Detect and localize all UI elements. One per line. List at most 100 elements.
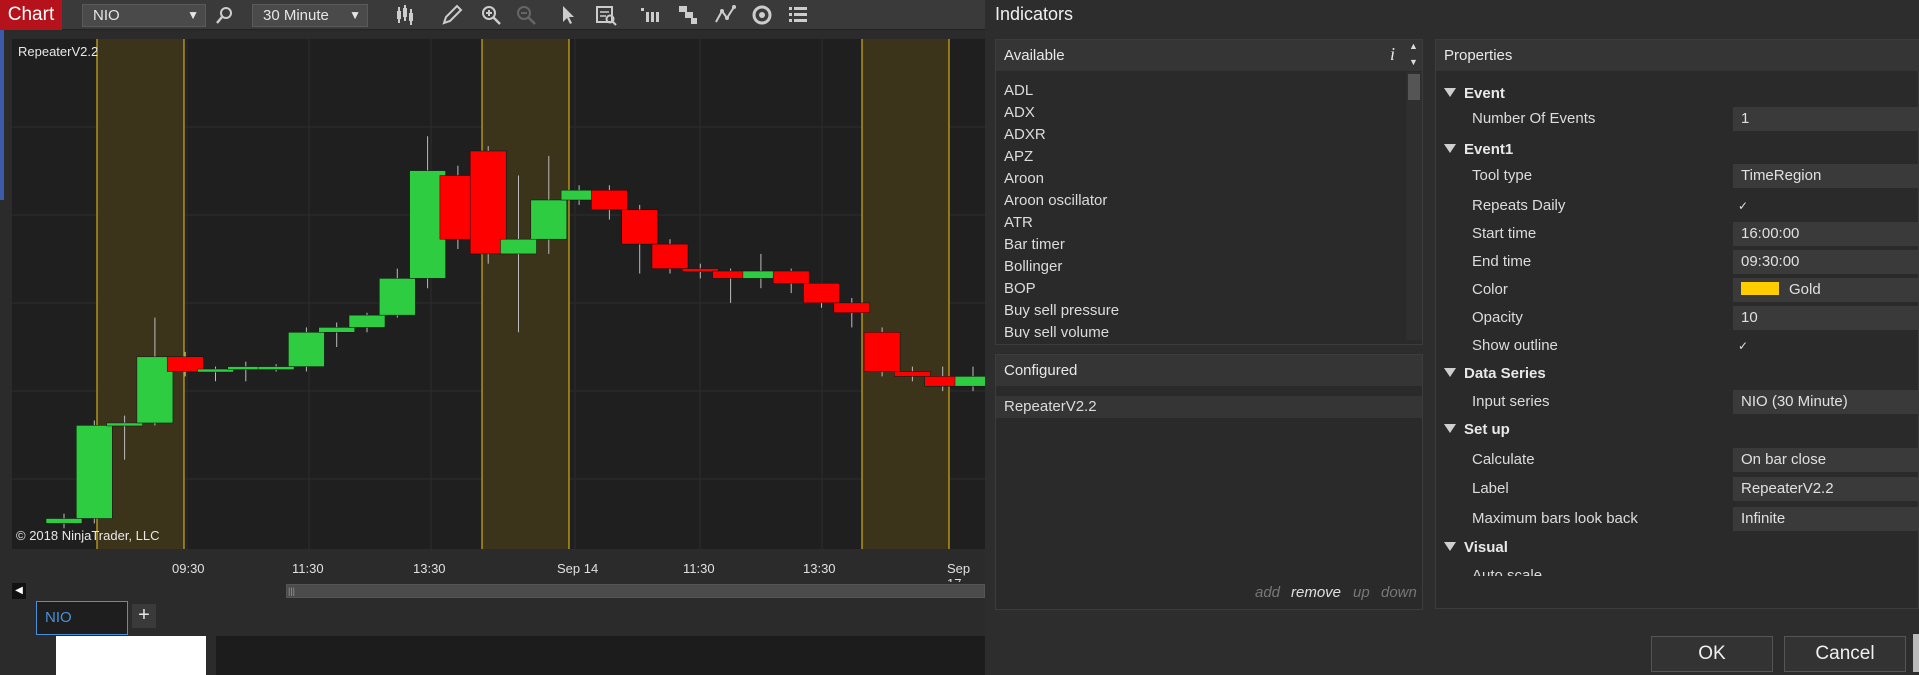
interval-selector[interactable]: 30 Minute ▼ [252,4,368,27]
chart-plot-area[interactable] [12,39,985,549]
strategies-icon[interactable] [638,3,662,27]
category-set-up[interactable]: Set up [1436,418,1919,442]
property-end-time: End time 09:30:00 [1436,250,1919,274]
sort-down-icon[interactable]: ▼ [1409,57,1418,67]
resize-grip[interactable] [1913,634,1919,672]
bar-style-icon[interactable] [393,3,417,27]
configured-header-label: Configured [1004,362,1078,379]
available-list: ADL ADX ADXR APZ Aroon Aroon oscillator … [996,80,1406,338]
info-icon[interactable]: i [1390,44,1395,65]
chart-window: Chart NIO ▼ 30 Minute ▼ RepeaterV2.2 © 2… [0,0,985,675]
ok-button[interactable]: OK [1651,636,1773,672]
instrument-selector[interactable]: NIO ▼ [82,4,206,27]
property-label: Start time [1472,225,1537,242]
down-link[interactable]: down [1381,584,1417,601]
list-item[interactable]: APZ [996,146,1406,168]
property-label: Tool type [1472,167,1533,184]
list-item[interactable]: BOP [996,278,1406,300]
candle-body [76,425,113,519]
zoom-in-icon[interactable] [479,3,503,27]
list-item[interactable]: Bollinger [996,256,1406,278]
repeats-daily-checkbox[interactable]: ✓ [1736,199,1750,213]
list-item[interactable]: ADL [996,80,1406,102]
opacity-field[interactable]: 10 [1733,306,1919,330]
configured-item[interactable]: RepeaterV2.2 [996,396,1422,418]
category-label: Event [1464,85,1505,102]
chart-title[interactable]: Chart [0,0,62,30]
add-link[interactable]: add [1255,584,1280,601]
category-label: Data Series [1464,365,1546,382]
properties-icon[interactable] [676,3,700,27]
end-time-field[interactable]: 09:30:00 [1733,250,1919,274]
property-label-row: Label RepeaterV2.2 [1436,477,1919,501]
add-tab-button[interactable]: + [132,604,156,628]
property-number-of-events: Number Of Events 1 [1436,107,1919,131]
list-item[interactable]: Aroon oscillator [996,190,1406,212]
price-chart[interactable] [12,39,985,549]
property-label: Show outline [1472,337,1558,354]
candle-body [318,327,355,333]
tab-nio[interactable]: NIO [36,601,128,635]
category-visual[interactable]: Visual [1436,536,1919,560]
scroll-left-arrow-icon[interactable]: ◀ [12,583,26,599]
pointer-icon[interactable] [556,3,580,27]
candle-body [45,518,83,524]
list-item[interactable]: Buy sell volume [996,322,1406,338]
color-picker[interactable]: Gold [1733,278,1919,302]
start-time-field[interactable]: 16:00:00 [1733,222,1919,246]
cancel-button[interactable]: Cancel [1784,636,1906,672]
number-of-events-field[interactable]: 1 [1733,107,1919,131]
scrollbar-thumb[interactable] [286,584,985,598]
candle-body [530,199,568,240]
expand-triangle-icon[interactable] [1444,542,1456,551]
available-scrollbar[interactable] [1406,72,1422,340]
interval-value: 30 Minute [263,7,329,24]
list-icon[interactable] [786,3,810,27]
zoom-out-icon[interactable] [514,3,538,27]
drawing-tools-icon[interactable] [713,3,737,27]
up-link[interactable]: up [1353,584,1370,601]
color-name: Gold [1789,281,1821,298]
search-icon[interactable] [213,3,237,27]
category-data-series[interactable]: Data Series [1436,362,1919,386]
background-panel [56,636,206,675]
list-item[interactable]: ADX [996,102,1406,124]
candle-body [833,302,871,313]
time-axis-label: 13:30 [803,561,836,576]
tool-type-select[interactable]: TimeRegion [1733,164,1919,188]
chart-edge-marker [0,30,4,200]
property-max-bars: Maximum bars look back Infinite [1436,507,1919,531]
candle-body [500,238,537,255]
list-item[interactable]: ATR [996,212,1406,234]
data-box-icon[interactable] [594,3,618,27]
input-series-field[interactable]: NIO (30 Minute) [1733,390,1919,414]
property-repeats-daily: Repeats Daily ✓ [1436,194,1919,218]
category-event1[interactable]: Event1 [1436,138,1919,162]
max-bars-select[interactable]: Infinite [1733,507,1919,531]
property-label: Calculate [1472,451,1535,468]
expand-triangle-icon[interactable] [1444,144,1456,153]
label-field[interactable]: RepeaterV2.2 [1733,477,1919,501]
pencil-icon[interactable] [440,3,464,27]
expand-triangle-icon[interactable] [1444,88,1456,97]
expand-triangle-icon[interactable] [1444,368,1456,377]
available-scrollbar-thumb[interactable] [1408,74,1420,100]
list-item[interactable]: Aroon [996,168,1406,190]
calculate-select[interactable]: On bar close [1733,448,1919,472]
time-axis-label: 11:30 [683,561,715,576]
remove-link[interactable]: remove [1291,584,1341,601]
expand-triangle-icon[interactable] [1444,424,1456,433]
available-header: Available [996,40,1406,71]
color-swatch [1741,282,1779,295]
category-event[interactable]: Event [1436,82,1919,106]
list-item[interactable]: Bar timer [996,234,1406,256]
property-auto-scale: Auto scale [1436,564,1919,576]
sort-up-icon[interactable]: ▲ [1409,41,1418,51]
property-show-outline: Show outline ✓ [1436,334,1919,358]
reload-icon[interactable] [750,3,774,27]
property-label: Auto scale [1472,567,1543,576]
list-item[interactable]: Buy sell pressure [996,300,1406,322]
sort-control: ▲ ▼ [1406,40,1422,71]
list-item[interactable]: ADXR [996,124,1406,146]
show-outline-checkbox[interactable]: ✓ [1736,339,1750,353]
